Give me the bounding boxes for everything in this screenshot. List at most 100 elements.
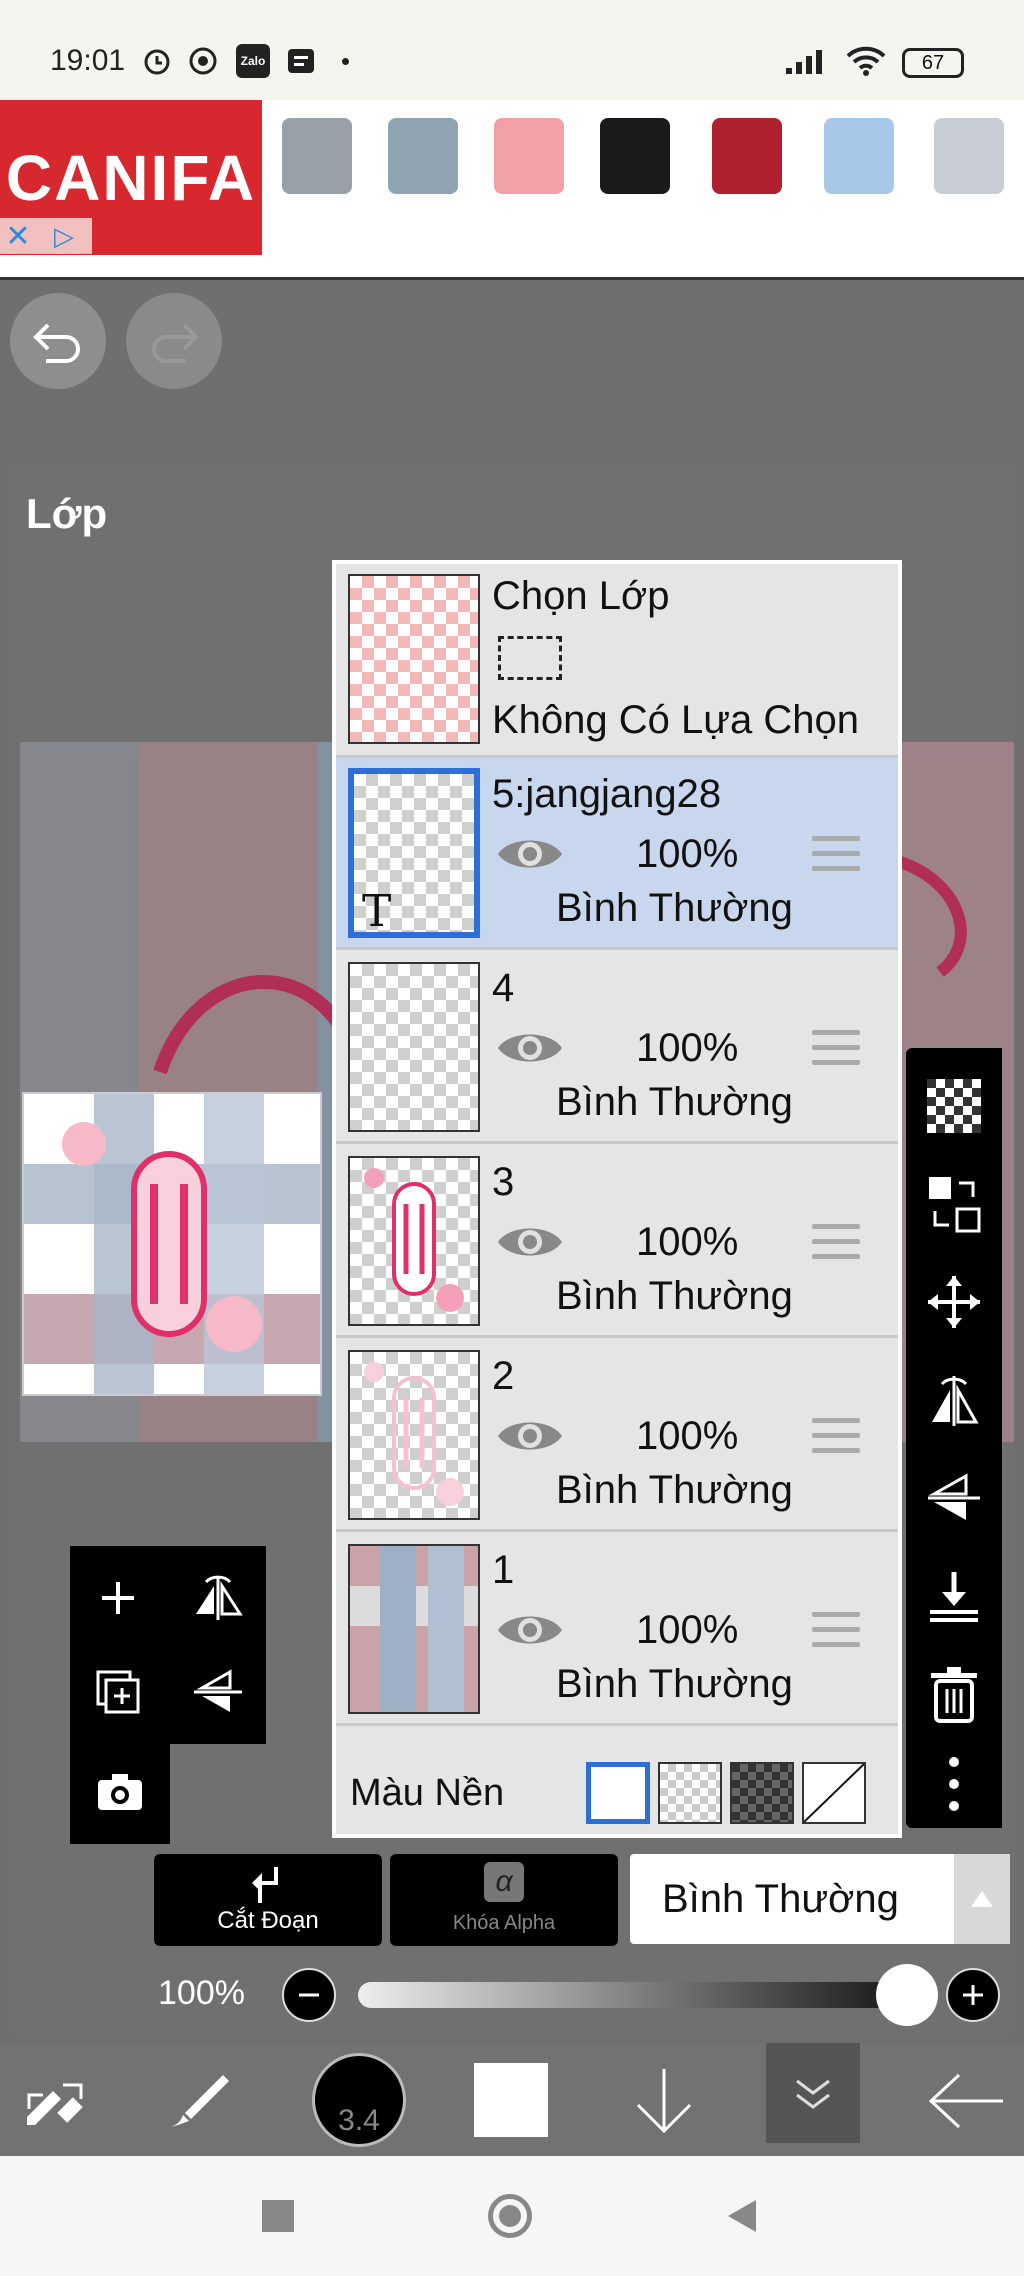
arrow-left-icon: [928, 2073, 1003, 2129]
layer-thumbnail: [348, 1350, 480, 1520]
blend-mode-select[interactable]: Bình Thường: [630, 1854, 960, 1944]
ad-choices-icon[interactable]: ▷: [36, 218, 92, 254]
layer-row[interactable]: 2 100% Bình Thường: [336, 1340, 898, 1532]
layer-row[interactable]: 1 100% Bình Thường: [336, 1534, 898, 1726]
move-button[interactable]: [922, 1270, 986, 1334]
flip-horizontal-button[interactable]: [186, 1566, 250, 1630]
brush-icon: [171, 2075, 229, 2127]
minus-icon: [299, 1993, 319, 1997]
undo-button[interactable]: [10, 293, 106, 389]
brush-size-button[interactable]: 3.4: [312, 2053, 406, 2147]
ad-product-image[interactable]: [282, 118, 352, 194]
opacity-decrease-button[interactable]: [282, 1968, 336, 2022]
more-options-button[interactable]: [922, 1752, 986, 1816]
layer-blend-mode: Bình Thường: [556, 1662, 793, 1706]
drag-handle-icon[interactable]: [812, 1612, 860, 1652]
message-icon: [284, 44, 318, 78]
ad-product-image[interactable]: [934, 118, 1004, 194]
redo-button[interactable]: [126, 293, 222, 389]
copy-layer-button[interactable]: [86, 1660, 150, 1724]
clipping-button[interactable]: Cắt Đoạn: [154, 1854, 382, 1946]
layer-name: 4: [492, 966, 515, 1010]
alpha-lock-button[interactable]: α Khóa Alpha: [390, 1854, 618, 1946]
pen-eraser-icon: [27, 2083, 83, 2125]
layer-panel: Lớp Chọn Lớp Không Có Lựa Chọn T 5:jangj…: [10, 464, 1014, 2038]
ad-banner[interactable]: CANIFA ✕ ▷: [0, 100, 1024, 280]
brush-tool-button[interactable]: [160, 2065, 240, 2137]
chevron-up-icon: [971, 1891, 993, 1907]
layer-down-button[interactable]: [626, 2061, 702, 2141]
ad-product-image[interactable]: [388, 118, 458, 194]
flip-vertical-icon: [194, 1669, 242, 1712]
drag-handle-icon[interactable]: [812, 1418, 860, 1458]
ad-product-image[interactable]: [712, 118, 782, 194]
visibility-eye-icon[interactable]: [496, 1608, 564, 1652]
status-time: 19:01: [50, 44, 126, 77]
layers-panel-toggle-button[interactable]: [766, 2043, 860, 2143]
text-layer-icon: T: [362, 886, 392, 937]
signal-icon: [782, 44, 832, 78]
camera-button[interactable]: [88, 1760, 152, 1824]
double-chevron-down-icon: [796, 2079, 830, 2109]
layer-row[interactable]: 3 100% Bình Thường: [336, 1146, 898, 1338]
blend-mode-dropdown-button[interactable]: [954, 1854, 1010, 1944]
ad-product-image[interactable]: [824, 118, 894, 194]
color-swatch-button[interactable]: [474, 2063, 548, 2137]
wifi-icon: [844, 44, 888, 78]
brush-size-value: 3.4: [338, 2104, 380, 2137]
selection-marquee-icon: [498, 636, 562, 680]
move-icon: [928, 1276, 980, 1328]
opacity-slider-thumb[interactable]: [876, 1964, 938, 2026]
selection-title: Chọn Lớp: [492, 574, 670, 618]
ad-product-image[interactable]: [600, 118, 670, 194]
more-notifications-dot: [342, 58, 349, 65]
more-vertical-icon: [949, 1757, 959, 1811]
visibility-eye-icon[interactable]: [496, 1414, 564, 1458]
recent-apps-button[interactable]: [262, 2200, 294, 2232]
layer-opacity: 100%: [636, 1414, 739, 1458]
opacity-increase-button[interactable]: [946, 1968, 1000, 2022]
layer-blend-mode: Bình Thường: [556, 1468, 793, 1512]
background-dark-swatch[interactable]: [730, 1762, 794, 1824]
back-button[interactable]: [924, 2065, 1010, 2137]
delete-layer-button[interactable]: [922, 1662, 986, 1726]
panel-title: Lớp: [26, 490, 108, 537]
visibility-eye-icon[interactable]: [496, 1220, 564, 1264]
pen-eraser-toggle-button[interactable]: [16, 2065, 96, 2137]
ad-product-image[interactable]: [494, 118, 564, 194]
transparency-checker-button[interactable]: [922, 1074, 986, 1138]
layer-name: 5:jangjang28: [492, 772, 722, 816]
canvas-preview[interactable]: [22, 1092, 322, 1396]
flip-layer-horizontal-button[interactable]: [922, 1368, 986, 1432]
ad-close-icon[interactable]: ✕: [0, 218, 36, 254]
layer-name: 1: [492, 1548, 515, 1592]
layer-blend-mode: Bình Thường: [556, 886, 793, 930]
selection-layer-row[interactable]: Chọn Lớp Không Có Lựa Chọn: [336, 564, 898, 758]
opacity-slider-track[interactable]: [358, 1982, 918, 2008]
layer-row[interactable]: T 5:jangjang28 100% Bình Thường: [336, 758, 898, 950]
merge-down-button[interactable]: [922, 1564, 986, 1628]
background-none-swatch[interactable]: [802, 1762, 866, 1824]
flip-vertical-button[interactable]: [186, 1660, 250, 1724]
camera-icon: [98, 1774, 142, 1810]
clipping-arrow-icon: [252, 1867, 278, 1903]
background-transparent-swatch[interactable]: [658, 1762, 722, 1824]
triangle-back-icon: [728, 2200, 756, 2232]
drag-handle-icon[interactable]: [812, 1224, 860, 1264]
system-back-button[interactable]: [724, 2198, 758, 2234]
flip-layer-vertical-button[interactable]: [922, 1466, 986, 1530]
drag-handle-icon[interactable]: [812, 836, 860, 876]
layer-blend-mode: Bình Thường: [556, 1274, 793, 1318]
background-color-row: Màu Nền: [336, 1748, 898, 1834]
swap-layers-button[interactable]: [922, 1172, 986, 1236]
merge-down-icon: [930, 1572, 978, 1622]
layer-thumbnail: [348, 962, 480, 1132]
drag-handle-icon[interactable]: [812, 1030, 860, 1070]
arrow-down-icon: [636, 2069, 692, 2134]
background-white-swatch[interactable]: [586, 1762, 650, 1824]
visibility-eye-icon[interactable]: [496, 832, 564, 876]
layer-row[interactable]: 4 100% Bình Thường: [336, 952, 898, 1144]
add-layer-button[interactable]: [86, 1566, 150, 1630]
visibility-eye-icon[interactable]: [496, 1026, 564, 1070]
home-button[interactable]: [488, 2194, 532, 2238]
